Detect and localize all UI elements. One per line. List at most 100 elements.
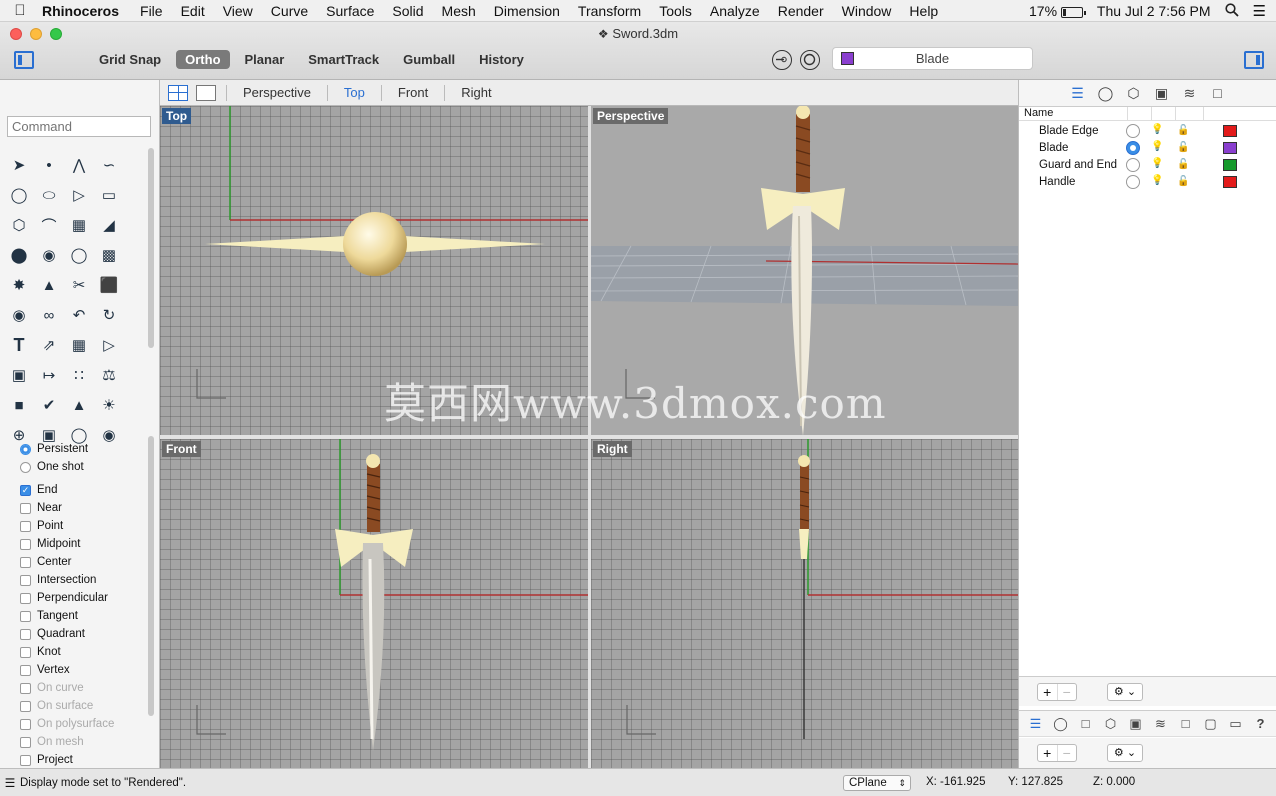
layer-lock-icon[interactable]: 🔓 [1177,142,1189,154]
planar-toggle[interactable]: Planar [236,50,294,69]
ortho-toggle[interactable]: Ortho [176,50,230,69]
single-viewport-layout-icon[interactable] [196,84,216,101]
layers-tab-icon[interactable]: ☰ [1027,716,1045,732]
tab-perspective[interactable]: Perspective [237,85,317,100]
options-menu[interactable]: ⚙ ⌄ [1107,744,1143,762]
menu-mesh[interactable]: Mesh [433,3,485,19]
checkbox[interactable] [20,610,31,622]
remove-button[interactable]: − [1056,745,1077,761]
layer-color-swatch[interactable] [1223,141,1237,154]
trim-icon[interactable]: ✂ [64,270,94,300]
osnap-vertex[interactable]: Vertex [0,661,160,679]
menu-solid[interactable]: Solid [383,3,432,19]
clock[interactable]: Thu Jul 2 7:56 PM [1097,3,1211,19]
circle-icon[interactable]: ◯ [4,180,34,210]
osnap-midpoint[interactable]: Midpoint [0,535,160,553]
layer-lock-icon[interactable]: 🔓 [1177,176,1189,188]
menu-window[interactable]: Window [833,3,901,19]
light-icon[interactable]: ☀ [94,390,124,420]
osnap-tangent[interactable]: Tangent [0,607,160,625]
ellipse-icon[interactable]: ⬭ [34,180,64,210]
osnap-mode-one-shot[interactable]: One shot [0,458,160,476]
viewport-label-top[interactable]: Top [162,108,192,124]
tab-front[interactable]: Front [392,85,434,100]
menu-analyze[interactable]: Analyze [701,3,769,19]
fillet-icon[interactable]: ▲ [34,270,64,300]
polyline-icon[interactable]: ⋀ [64,150,94,180]
layer-visibility-bulb-icon[interactable]: 💡 [1151,158,1163,172]
rectangle-icon[interactable]: ▭ [94,180,124,210]
viewport-label-front[interactable]: Front [162,441,201,457]
app-menu[interactable]: Rhinoceros [40,3,131,19]
layer-name-column-header[interactable]: Name [1024,107,1128,120]
layer-row[interactable]: Blade Edge 💡 🔓 [1019,122,1276,139]
render-box-icon[interactable]: ▣ [4,360,34,390]
layer-options-menu[interactable]: ⚙ ⌄ [1107,682,1143,701]
lights-tab-icon[interactable]: □ [1177,716,1195,732]
menu-help[interactable]: Help [900,3,947,19]
layer-lock-icon[interactable]: 🔓 [1177,159,1189,171]
apple-menu-icon[interactable]:  [0,2,40,19]
menu-tools[interactable]: Tools [650,3,701,19]
layer-visible-column-header[interactable] [1152,107,1176,120]
layer-name[interactable]: Handle [1019,176,1126,188]
layer-name[interactable]: Blade Edge [1019,125,1126,137]
text-icon[interactable]: T [4,330,34,360]
checkbox[interactable]: ✓ [20,484,31,496]
layer-name[interactable]: Blade [1019,142,1126,154]
tool-palette-scrollbar[interactable] [148,148,154,348]
layer-color-swatch[interactable] [1223,175,1237,188]
current-layer-radio[interactable] [1126,123,1140,138]
camera-panel-icon[interactable]: ▣ [1153,85,1171,101]
viewport-label-right[interactable]: Right [593,441,632,457]
remove-layer-button[interactable]: − [1056,683,1077,700]
menu-curve[interactable]: Curve [262,3,317,19]
layer-color-swatch[interactable] [1223,158,1237,171]
join-icon[interactable]: ↶ [64,300,94,330]
help-icon[interactable]: ? [1252,716,1270,732]
layer-visibility-bulb-icon[interactable]: 💡 [1151,124,1163,138]
dimension-icon[interactable]: ↦ [34,360,64,390]
display-panel-icon[interactable]: ≋ [1181,85,1199,101]
cylinder-solid-icon[interactable]: ◯ [64,240,94,270]
toggle-right-sidebar-button[interactable] [1244,51,1264,69]
curve-icon[interactable]: ∽ [94,150,124,180]
object-tab-icon[interactable]: ⬡ [1102,716,1120,732]
checkbox[interactable] [20,592,31,604]
layer-row[interactable]: Guard and End 💡 🔓 [1019,156,1276,173]
mirror-icon[interactable]: ▷ [94,330,124,360]
battery-status[interactable]: 17% [1029,3,1086,19]
patch-surface-icon[interactable]: ◢ [94,210,124,240]
osnap-project[interactable]: Project [0,751,160,769]
check-icon[interactable]: ✔ [34,390,64,420]
layer-lock-icon[interactable]: 🔓 [1177,125,1189,137]
spotlight-search-icon[interactable] [1224,2,1239,20]
properties-icon[interactable]: ■ [4,390,34,420]
layers-panel-icon[interactable]: ☰ [1069,85,1087,101]
surface-grid-icon[interactable]: ▦ [64,210,94,240]
osnap-center[interactable]: Center [0,553,160,571]
layer-name[interactable]: Guard and End [1019,159,1126,171]
camera-tab-icon[interactable]: ▣ [1127,716,1145,732]
object-panel-icon[interactable]: ⬡ [1125,85,1143,101]
checkbox[interactable] [20,574,31,586]
menu-view[interactable]: View [214,3,262,19]
osnap-near[interactable]: Near [0,499,160,517]
osnap-perpendicular[interactable]: Perpendicular [0,589,160,607]
menu-surface[interactable]: Surface [317,3,383,19]
layer-current-column-header[interactable] [1128,107,1152,120]
layer-lock-column-header[interactable] [1176,107,1204,120]
layer-row[interactable]: Blade 💡 🔓 [1019,139,1276,156]
menu-transform[interactable]: Transform [569,3,650,19]
right-viewport[interactable]: Right [591,439,1018,768]
command-history-icon[interactable]: ☰ [0,776,20,790]
checkbox[interactable] [20,556,31,568]
checkbox[interactable] [20,664,31,676]
current-layer-radio[interactable] [1126,140,1140,155]
osnap-mode-persistent[interactable]: Persistent [0,440,160,458]
layer-visibility-bulb-icon[interactable]: 💡 [1151,141,1163,155]
group-icon[interactable]: ∞ [34,300,64,330]
front-viewport[interactable]: Front [160,439,588,768]
add-layer-button[interactable]: + [1038,684,1057,700]
checkbox[interactable] [20,628,31,640]
